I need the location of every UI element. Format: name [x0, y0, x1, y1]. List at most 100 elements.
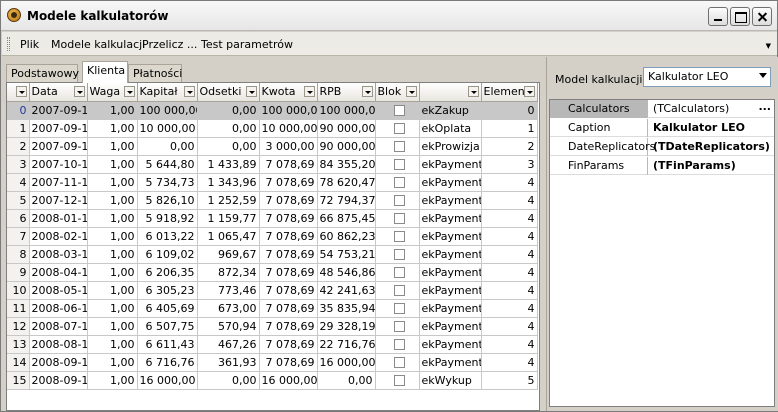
cell-kwota[interactable]: 7 078,69 — [259, 245, 318, 264]
cell-element[interactable]: 4 — [481, 191, 538, 210]
cell-rpb[interactable]: 29 328,19 — [317, 317, 376, 336]
cell-typ[interactable]: ekPayment — [419, 353, 482, 372]
cell-index[interactable]: 14 — [7, 353, 30, 372]
blok-checkbox[interactable] — [393, 249, 405, 260]
cell-waga[interactable]: 1,00 — [87, 209, 138, 228]
close-button[interactable] — [752, 7, 772, 26]
cell-typ[interactable]: ekProwizja — [419, 137, 482, 156]
cell-kapital[interactable]: 5 734,73 — [137, 173, 198, 192]
cell-data[interactable]: 2008-05-11 — [29, 281, 88, 300]
cell-blok[interactable] — [375, 353, 420, 372]
blok-checkbox[interactable] — [393, 105, 405, 116]
cell-blok[interactable] — [375, 281, 420, 300]
table-row[interactable]: 102008-05-111,006 305,23773,467 078,6942… — [7, 281, 538, 300]
dropdown-arrow-icon[interactable] — [361, 86, 373, 97]
cell-typ[interactable]: ekPayment — [419, 155, 482, 174]
cell-element[interactable]: 4 — [481, 353, 538, 372]
cell-odsetki[interactable]: 1 343,96 — [197, 173, 260, 192]
cell-waga[interactable]: 1,00 — [87, 155, 138, 174]
cell-odsetki[interactable]: 969,67 — [197, 245, 260, 264]
property-value[interactable]: (TDateReplicators) — [650, 138, 774, 156]
cell-index[interactable]: 0 — [7, 101, 30, 120]
blok-checkbox[interactable] — [393, 375, 405, 386]
cell-kwota[interactable]: 3 000,00 — [259, 137, 318, 156]
cell-odsetki[interactable]: 0,00 — [197, 137, 260, 156]
cell-element[interactable]: 3 — [481, 155, 538, 174]
cell-kapital[interactable]: 5 826,10 — [137, 191, 198, 210]
cell-blok[interactable] — [375, 101, 420, 120]
cell-kapital[interactable]: 0,00 — [137, 137, 198, 156]
cell-kapital[interactable]: 10 000,00 — [137, 119, 198, 138]
cell-odsetki[interactable]: 673,00 — [197, 299, 260, 318]
cell-typ[interactable]: ekZakup — [419, 101, 482, 120]
cell-rpb[interactable]: 78 620,47 — [317, 173, 376, 192]
menu-plik[interactable]: Plik — [20, 38, 39, 51]
cell-index[interactable]: 15 — [7, 371, 30, 390]
cell-odsetki[interactable]: 0,00 — [197, 119, 260, 138]
cell-data[interactable]: 2008-02-11 — [29, 227, 88, 246]
blok-checkbox[interactable] — [393, 267, 405, 278]
cell-typ[interactable]: ekPayment — [419, 245, 482, 264]
cell-kapital[interactable]: 6 013,22 — [137, 227, 198, 246]
cell-kapital[interactable]: 6 405,69 — [137, 299, 198, 318]
cell-data[interactable]: 2008-04-11 — [29, 263, 88, 282]
cell-waga[interactable]: 1,00 — [87, 317, 138, 336]
cell-typ[interactable]: ekPayment — [419, 191, 482, 210]
cell-kwota[interactable]: 7 078,69 — [259, 335, 318, 354]
cell-rpb[interactable]: 35 835,94 — [317, 299, 376, 318]
cell-rpb[interactable]: 0,00 — [317, 371, 376, 390]
column-header-blok[interactable]: Blok — [375, 83, 420, 102]
table-row[interactable]: 152008-09-111,0016 000,000,0016 000,000,… — [7, 371, 538, 390]
column-header-element[interactable]: Elemen — [481, 83, 538, 102]
cell-typ[interactable]: ekPayment — [419, 317, 482, 336]
column-header-waga[interactable]: Waga — [87, 83, 138, 102]
blok-checkbox[interactable] — [393, 177, 405, 188]
table-row[interactable]: 92008-04-111,006 206,35872,347 078,6948 … — [7, 263, 538, 282]
table-row[interactable]: 132008-08-111,006 611,43467,267 078,6922… — [7, 335, 538, 354]
property-value[interactable]: Kalkulator LEO — [650, 119, 774, 137]
cell-kwota[interactable]: 7 078,69 — [259, 281, 318, 300]
menu-modele-kalkulacji[interactable]: Modele kalkulacji — [51, 38, 145, 51]
property-name[interactable]: Caption — [550, 119, 648, 137]
cell-element[interactable]: 4 — [481, 299, 538, 318]
cell-blok[interactable] — [375, 209, 420, 228]
cell-rpb[interactable]: 100 000,00 — [317, 101, 376, 120]
table-row[interactable]: 122008-07-111,006 507,75570,947 078,6929… — [7, 317, 538, 336]
cell-kwota[interactable]: 7 078,69 — [259, 191, 318, 210]
blok-checkbox[interactable] — [393, 141, 405, 152]
cell-index[interactable]: 9 — [7, 263, 30, 282]
menu-przelicz[interactable]: Przelicz ... — [142, 38, 197, 51]
cell-kwota[interactable]: 10 000,00 — [259, 119, 318, 138]
dropdown-arrow-icon[interactable] — [123, 86, 135, 97]
tab-podstawowy[interactable]: Podstawowy — [6, 64, 79, 82]
cell-element[interactable]: 4 — [481, 227, 538, 246]
cell-index[interactable]: 6 — [7, 209, 30, 228]
cell-waga[interactable]: 1,00 — [87, 371, 138, 390]
cell-data[interactable]: 2008-08-11 — [29, 335, 88, 354]
cell-rpb[interactable]: 22 716,76 — [317, 335, 376, 354]
cell-rpb[interactable]: 90 000,00 — [317, 137, 376, 156]
cell-typ[interactable]: ekPayment — [419, 281, 482, 300]
table-row[interactable]: 52007-12-111,005 826,101 252,597 078,697… — [7, 191, 538, 210]
cell-kapital[interactable]: 6 109,02 — [137, 245, 198, 264]
cell-data[interactable]: 2008-09-11 — [29, 371, 88, 390]
cell-element[interactable]: 0 — [481, 101, 538, 120]
cell-index[interactable]: 4 — [7, 173, 30, 192]
table-row[interactable]: 12007-09-101,0010 000,000,0010 000,0090 … — [7, 119, 538, 138]
cell-blok[interactable] — [375, 245, 420, 264]
table-row[interactable]: 02007-09-101,00100 000,000,00100 000,001… — [7, 101, 538, 120]
cell-blok[interactable] — [375, 173, 420, 192]
cell-element[interactable]: 4 — [481, 263, 538, 282]
cell-element[interactable]: 4 — [481, 281, 538, 300]
cell-blok[interactable] — [375, 137, 420, 156]
cell-odsetki[interactable]: 773,46 — [197, 281, 260, 300]
cell-blok[interactable] — [375, 263, 420, 282]
property-row[interactable]: Calculators (TCalculators)... — [550, 100, 774, 118]
cell-data[interactable]: 2007-09-10 — [29, 101, 88, 120]
table-row[interactable]: 72008-02-111,006 013,221 065,477 078,696… — [7, 227, 538, 246]
column-header-kwota[interactable]: Kwota — [259, 83, 318, 102]
cell-blok[interactable] — [375, 227, 420, 246]
table-row[interactable]: 22007-09-101,000,000,003 000,0090 000,00… — [7, 137, 538, 156]
cell-element[interactable]: 5 — [481, 371, 538, 390]
cell-blok[interactable] — [375, 317, 420, 336]
